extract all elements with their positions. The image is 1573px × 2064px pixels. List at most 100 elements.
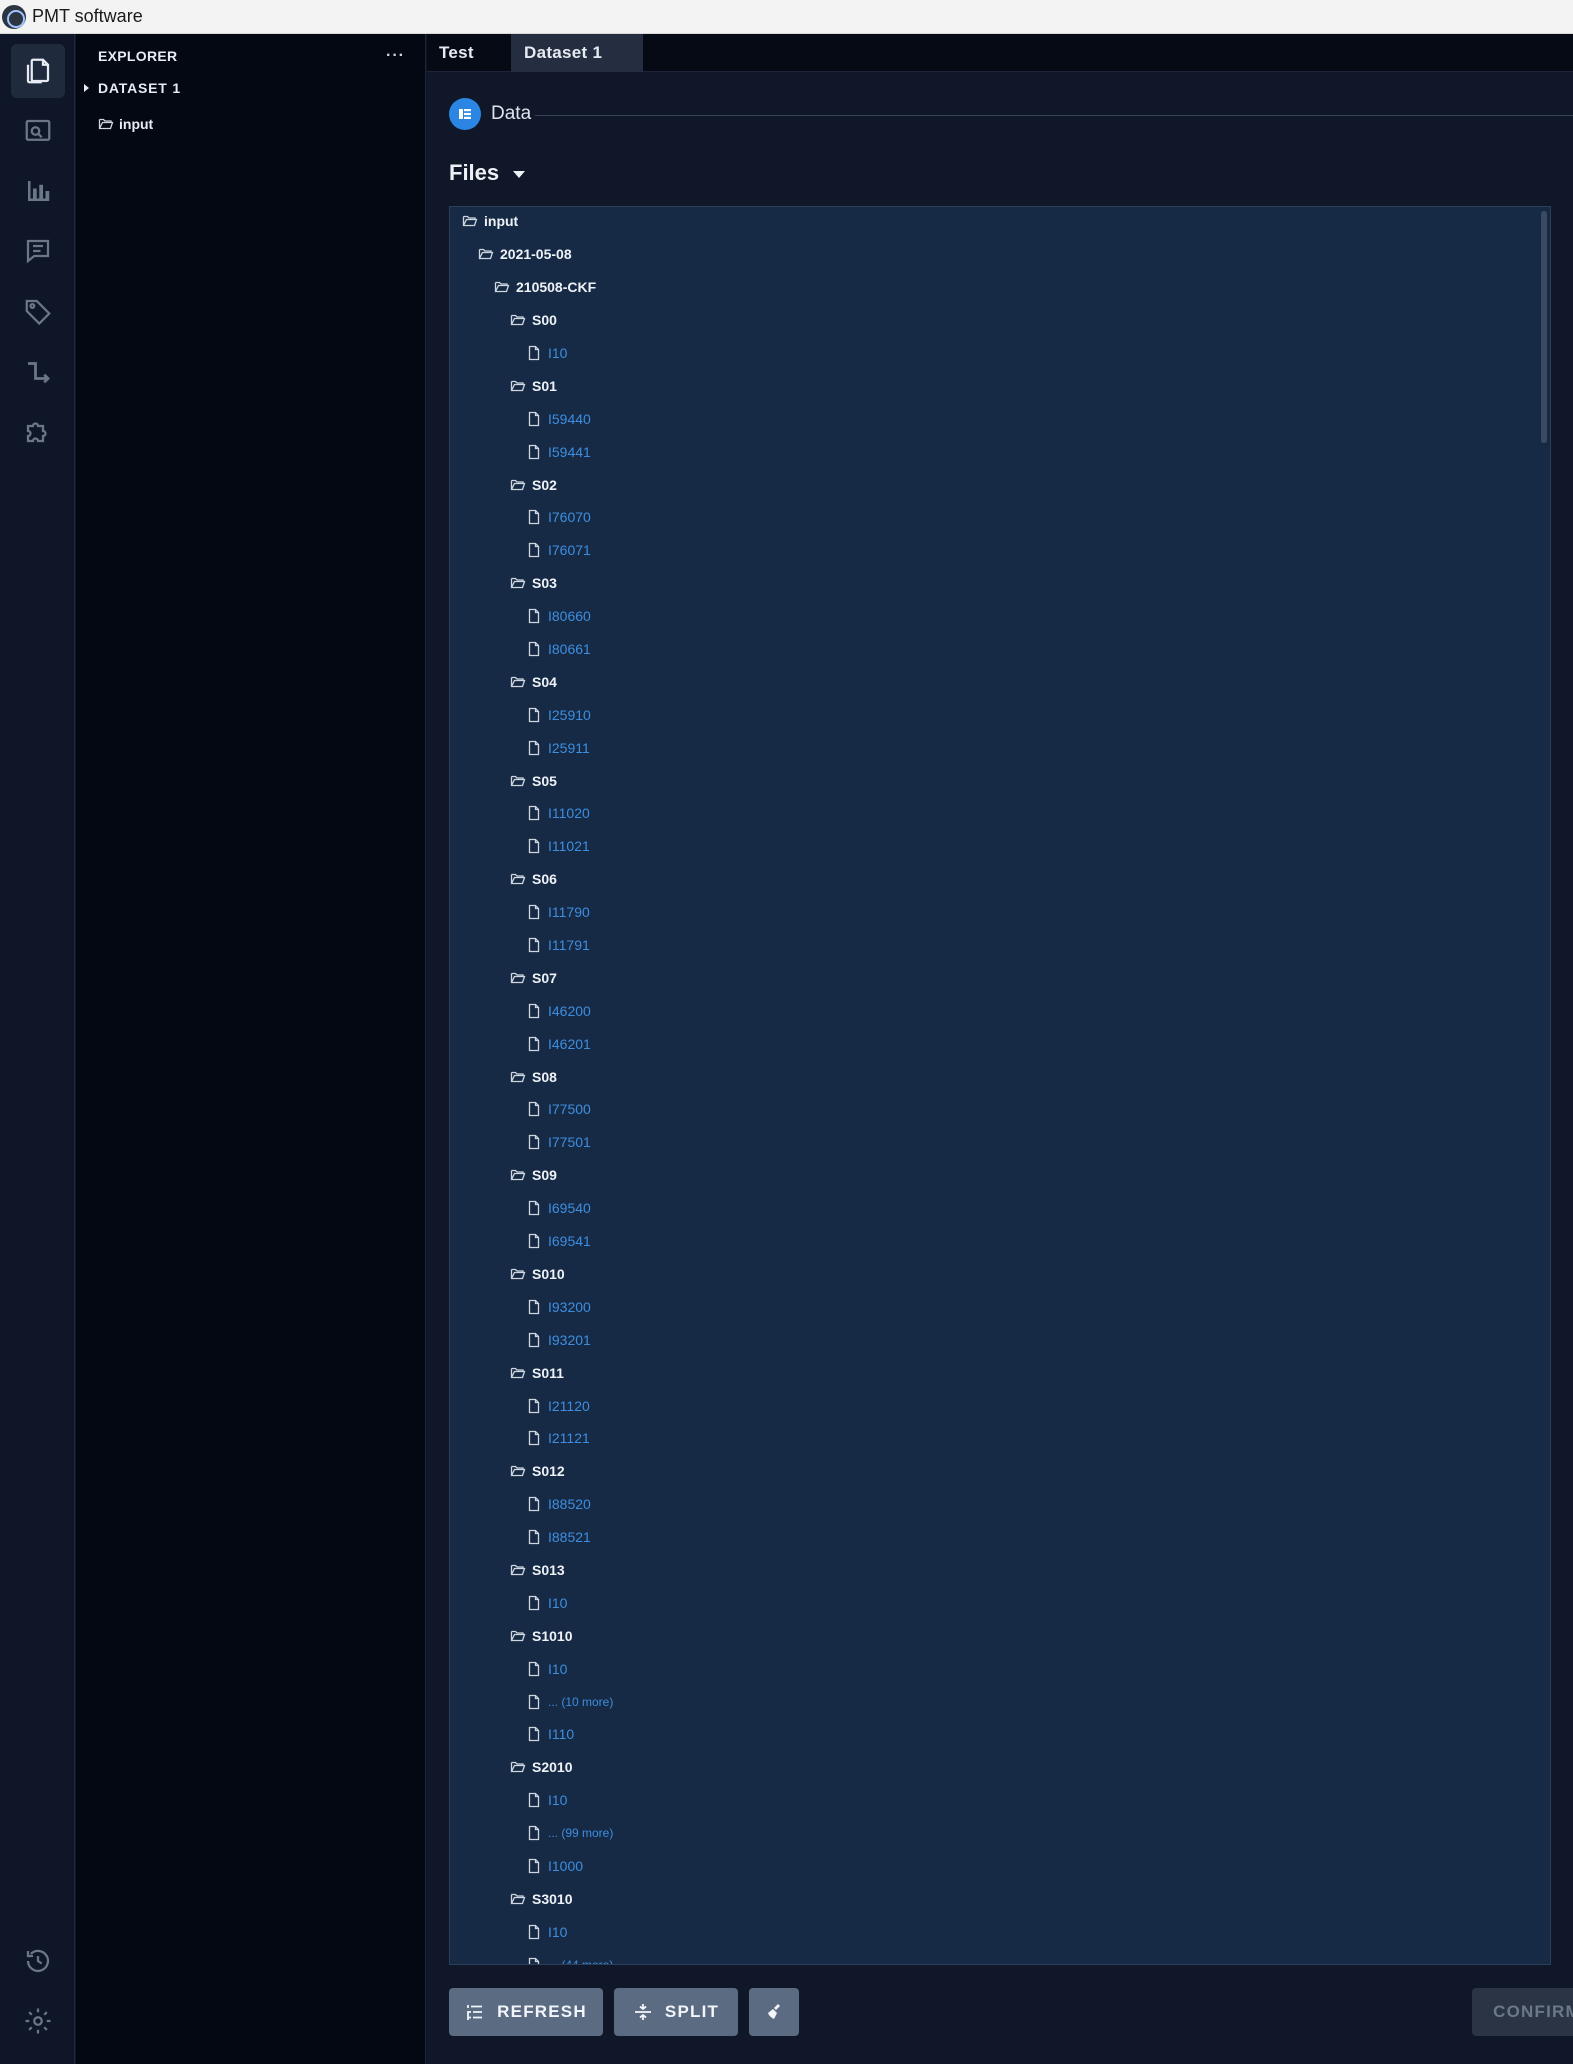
tree-file-row[interactable]: I21121 bbox=[450, 1422, 1536, 1455]
tree-file-row[interactable]: I59441 bbox=[450, 435, 1536, 468]
tree-file-row[interactable]: I46201 bbox=[450, 1027, 1536, 1060]
tree-item-label[interactable]: I1000 bbox=[548, 1858, 583, 1874]
tree-item-label[interactable]: I93201 bbox=[548, 1332, 591, 1348]
tree-file-row[interactable]: I25910 bbox=[450, 698, 1536, 731]
tree-item-label[interactable]: I11790 bbox=[548, 904, 590, 920]
tree-file-row[interactable]: I77501 bbox=[450, 1126, 1536, 1159]
tab-test[interactable]: Test bbox=[427, 34, 511, 72]
tree-folder-row[interactable]: S013 bbox=[450, 1554, 1536, 1587]
tree-file-row[interactable]: I88521 bbox=[450, 1521, 1536, 1554]
tree-item-label[interactable]: I80660 bbox=[548, 608, 591, 624]
sidebar-item-input[interactable]: input bbox=[98, 116, 153, 132]
tree-file-row[interactable]: I11021 bbox=[450, 830, 1536, 863]
tree-more-row[interactable]: ... (44 more) bbox=[450, 1948, 1536, 1964]
tree-folder-row[interactable]: 210508-CKF bbox=[450, 271, 1536, 304]
tree-file-row[interactable]: I59440 bbox=[450, 402, 1536, 435]
tree-file-row[interactable]: I88520 bbox=[450, 1488, 1536, 1521]
comments-icon[interactable] bbox=[11, 224, 65, 278]
tree-item-label[interactable]: I76071 bbox=[548, 542, 591, 558]
tree-folder-row[interactable]: S1010 bbox=[450, 1619, 1536, 1652]
puzzle-icon[interactable] bbox=[11, 404, 65, 458]
tree-file-row[interactable]: I69541 bbox=[450, 1225, 1536, 1258]
tree-folder-row[interactable]: S09 bbox=[450, 1159, 1536, 1192]
tree-folder-row[interactable]: S03 bbox=[450, 567, 1536, 600]
tree-file-row[interactable]: I11020 bbox=[450, 797, 1536, 830]
history-icon[interactable] bbox=[11, 1934, 65, 1988]
tree-file-row[interactable]: I11791 bbox=[450, 929, 1536, 962]
tree-file-row[interactable]: I110 bbox=[450, 1718, 1536, 1751]
refresh-button[interactable]: REFRESH bbox=[449, 1988, 603, 2036]
tree-folder-row[interactable]: S04 bbox=[450, 665, 1536, 698]
tree-item-label[interactable]: I76070 bbox=[548, 509, 591, 525]
tree-folder-row[interactable]: S2010 bbox=[450, 1751, 1536, 1784]
gear-icon[interactable] bbox=[11, 1994, 65, 2048]
tree-more-row[interactable]: ... (10 more) bbox=[450, 1685, 1536, 1718]
tree-file-row[interactable]: I77500 bbox=[450, 1093, 1536, 1126]
tree-folder-row[interactable]: input bbox=[450, 207, 1536, 238]
tree-file-row[interactable]: I25911 bbox=[450, 731, 1536, 764]
tree-folder-row[interactable]: S07 bbox=[450, 961, 1536, 994]
tree-file-row[interactable]: I80661 bbox=[450, 633, 1536, 666]
confirm-button[interactable]: CONFIRM bbox=[1472, 1988, 1573, 2036]
clear-button[interactable] bbox=[749, 1988, 799, 2036]
tree-item-label[interactable]: I46201 bbox=[548, 1036, 591, 1052]
files-dropdown[interactable]: Files bbox=[449, 160, 526, 186]
tree-item-label[interactable]: I88520 bbox=[548, 1496, 591, 1512]
files-icon[interactable] bbox=[11, 44, 65, 98]
tab-dataset-1[interactable]: Dataset 1 bbox=[511, 34, 643, 72]
tree-file-row[interactable]: I10 bbox=[450, 1915, 1536, 1948]
tree-item-label[interactable]: I77500 bbox=[548, 1101, 591, 1117]
tree-item-label[interactable]: I10 bbox=[548, 1924, 567, 1940]
tree-item-label[interactable]: I59441 bbox=[548, 444, 591, 460]
tree-item-label[interactable]: I88521 bbox=[548, 1529, 591, 1545]
tree-more-row[interactable]: ... (99 more) bbox=[450, 1817, 1536, 1850]
tree-file-row[interactable]: I69540 bbox=[450, 1192, 1536, 1225]
tree-file-row[interactable]: I21120 bbox=[450, 1389, 1536, 1422]
tree-file-row[interactable]: I10 bbox=[450, 1586, 1536, 1619]
tree-item-label[interactable]: I11791 bbox=[548, 937, 590, 953]
tree-item-label[interactable]: I10 bbox=[548, 345, 567, 361]
tree-file-row[interactable]: I76071 bbox=[450, 534, 1536, 567]
tree-file-row[interactable]: I46200 bbox=[450, 994, 1536, 1027]
tree-file-row[interactable]: I10 bbox=[450, 1784, 1536, 1817]
tree-file-row[interactable]: I76070 bbox=[450, 501, 1536, 534]
tree-item-label[interactable]: I69541 bbox=[548, 1233, 591, 1249]
tree-folder-row[interactable]: S08 bbox=[450, 1060, 1536, 1093]
tree-item-label[interactable]: I25911 bbox=[548, 740, 590, 756]
tree-item-label[interactable]: I59440 bbox=[548, 411, 591, 427]
tree-file-row[interactable]: I80660 bbox=[450, 600, 1536, 633]
more-actions-icon[interactable]: ··· bbox=[386, 47, 405, 65]
tree-folder-row[interactable]: S011 bbox=[450, 1356, 1536, 1389]
tree-folder-row[interactable]: S06 bbox=[450, 863, 1536, 896]
tree-item-label[interactable]: I11020 bbox=[548, 805, 590, 821]
tree-file-row[interactable]: I10 bbox=[450, 1652, 1536, 1685]
tree-item-label[interactable]: I10 bbox=[548, 1595, 567, 1611]
tree-file-row[interactable]: I93200 bbox=[450, 1290, 1536, 1323]
tree-file-row[interactable]: I10 bbox=[450, 337, 1536, 370]
tree-item-label[interactable]: I21121 bbox=[548, 1430, 590, 1446]
tree-item-label[interactable]: I77501 bbox=[548, 1134, 591, 1150]
tree-item-label[interactable]: I46200 bbox=[548, 1003, 591, 1019]
tree-item-label[interactable]: I25910 bbox=[548, 707, 591, 723]
tree-item-label[interactable]: I21120 bbox=[548, 1398, 590, 1414]
tree-item-label[interactable]: I10 bbox=[548, 1661, 567, 1677]
tree-folder-row[interactable]: 2021-05-08 bbox=[450, 238, 1536, 271]
vertical-scrollbar[interactable] bbox=[1541, 211, 1547, 443]
tree-folder-row[interactable]: S05 bbox=[450, 764, 1536, 797]
tree-folder-row[interactable]: S02 bbox=[450, 468, 1536, 501]
split-button[interactable]: SPLIT bbox=[614, 1988, 738, 2036]
tree-folder-row[interactable]: S00 bbox=[450, 304, 1536, 337]
bar-chart-icon[interactable] bbox=[11, 164, 65, 218]
tree-folder-row[interactable]: S01 bbox=[450, 369, 1536, 402]
tree-file-row[interactable]: I93201 bbox=[450, 1323, 1536, 1356]
file-tree-panel[interactable]: input 2021-05-08 210508-CKF S00 I10 S01 I59440… bbox=[449, 206, 1551, 1965]
tree-item-label[interactable]: I69540 bbox=[548, 1200, 591, 1216]
tree-file-row[interactable]: I11790 bbox=[450, 896, 1536, 929]
tree-item-label[interactable]: ... (99 more) bbox=[548, 1826, 613, 1840]
tree-folder-row[interactable]: S3010 bbox=[450, 1882, 1536, 1915]
tree-file-row[interactable]: I1000 bbox=[450, 1850, 1536, 1883]
tree-folder-row[interactable]: S012 bbox=[450, 1455, 1536, 1488]
image-search-icon[interactable] bbox=[11, 104, 65, 158]
tags-icon[interactable] bbox=[11, 284, 65, 338]
transform-icon[interactable] bbox=[11, 344, 65, 398]
